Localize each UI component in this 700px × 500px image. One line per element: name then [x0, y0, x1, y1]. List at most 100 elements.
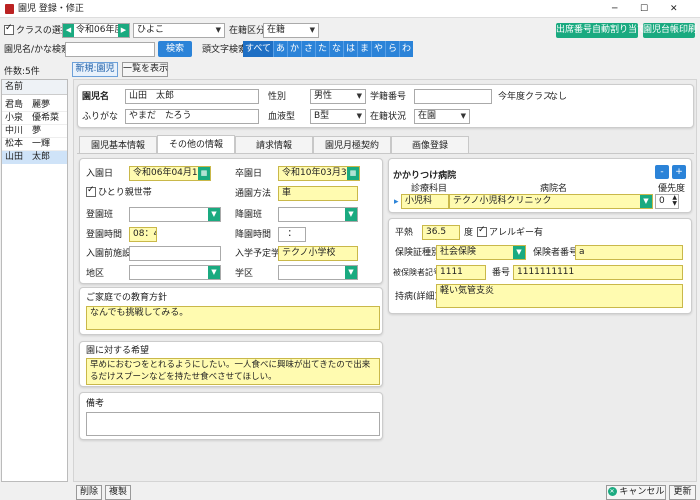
class-select-checkbox[interactable] [4, 23, 14, 36]
chevron-down-icon: ▼ [208, 208, 220, 221]
boarding-group-dropdown[interactable]: ▼ [129, 207, 221, 222]
initial-ra-button[interactable]: ら [385, 41, 399, 57]
tab-image-registration[interactable]: 画像登録 [391, 136, 469, 154]
child-name-input[interactable]: 山田 太郎 [125, 89, 259, 104]
list-item[interactable]: 松本 一輝 [2, 138, 67, 151]
year-selector[interactable]: ◀ 令和06年度 ▶ [62, 23, 130, 38]
alighting-group-dropdown[interactable]: ▼ [278, 207, 358, 222]
app-icon [5, 4, 14, 14]
hospital-title: かかりつけ病院 [393, 171, 457, 181]
kindergarten-wish-input[interactable]: 早めにおむつをとれるようにしたい。一人食べに興味が出てきたので出来るだけスプーン… [86, 358, 380, 385]
insurer-no-input[interactable]: a [575, 245, 683, 260]
education-policy-input[interactable]: なんでも挑戦してみる。 [86, 306, 380, 330]
hospital-priority-input[interactable]: 0 ▲ ▼ [655, 194, 679, 209]
stepper-icon[interactable]: ▲ ▼ [672, 195, 677, 207]
initial-ya-button[interactable]: や [371, 41, 385, 57]
list-item[interactable]: 中川 夢 [2, 125, 67, 138]
commute-input[interactable]: 車 [278, 186, 358, 201]
insurance-type-dropdown[interactable]: 社会保険 ▼ [436, 245, 526, 260]
enroll-kubun-dropdown[interactable]: 在籍 ▼ [263, 23, 319, 38]
prev-facility-input[interactable] [129, 246, 221, 261]
body-temp-unit: 度 [464, 228, 474, 238]
enroll-kubun-label: 在籍区分 [229, 26, 266, 36]
chevron-down-icon: ▼ [513, 246, 525, 259]
chevron-down-icon: ▼ [215, 26, 221, 34]
initial-wa-button[interactable]: わ [399, 41, 413, 57]
furigana-input[interactable]: やまだ たろう [125, 109, 259, 124]
child-name-label: 園児名 [82, 92, 110, 102]
district-dropdown[interactable]: ▼ [129, 265, 221, 280]
single-parent-label: ひとり親世帯 [98, 188, 152, 198]
calendar-icon[interactable]: ▦ [198, 167, 210, 180]
prev-year-button[interactable]: ◀ [63, 24, 74, 37]
new-child-button[interactable]: 新規:園児 [72, 62, 118, 77]
initial-na-button[interactable]: な [329, 41, 343, 57]
initial-ha-button[interactable]: は [343, 41, 357, 57]
initial-ta-button[interactable]: た [315, 41, 329, 57]
search-input[interactable] [65, 42, 155, 57]
list-header: 名前 [2, 80, 67, 95]
arrival-time-input[interactable]: 08：45 [129, 227, 157, 242]
enroll-status-value: 在園 [418, 111, 437, 121]
class-dropdown[interactable]: ひよこ ▼ [133, 23, 225, 38]
prev-facility-label: 入園前施設 [86, 249, 132, 259]
show-list-button[interactable]: 一覧を表示 [122, 62, 168, 77]
student-no-label: 学籍番号 [370, 92, 407, 102]
ledger-print-button[interactable]: 園児台帳印刷 [643, 23, 697, 38]
tab-billing-info[interactable]: 請求情報 [235, 136, 313, 154]
copy-button[interactable]: 複製 [105, 485, 131, 500]
delete-button[interactable]: 削除 [76, 485, 102, 500]
tab-monthly-contract[interactable]: 園児月極契約 [313, 136, 391, 154]
enroll-status-dropdown[interactable]: 在園 ▼ [414, 109, 470, 124]
education-policy-panel: ご家庭での教育方針 なんでも挑戦してみる。 [79, 287, 383, 335]
initial-sa-button[interactable]: さ [301, 41, 315, 57]
list-item[interactable]: 小泉 優希菜 [2, 112, 67, 125]
minimize-button[interactable]: ─ [612, 3, 617, 15]
entry-date-input[interactable]: 令和06年04月10日 ▦ [129, 166, 211, 181]
school-input[interactable]: テクノ小学校 [278, 246, 358, 261]
chevron-down-icon: ▼ [345, 266, 357, 279]
close-button[interactable]: ✕ [670, 3, 678, 15]
initial-ma-button[interactable]: ま [357, 41, 371, 57]
list-item[interactable]: 君島 麗夢 [2, 99, 67, 112]
tab-other-info[interactable]: その他の情報 [157, 135, 235, 154]
chevron-down-icon: ▼ [345, 208, 357, 221]
maximize-button[interactable]: ☐ [640, 3, 648, 15]
cancel-button[interactable]: ✕ キャンセル [606, 485, 666, 500]
initial-ka-button[interactable]: か [287, 41, 301, 57]
add-hospital-button[interactable]: + [672, 165, 686, 179]
alighting-group-label: 降園班 [235, 210, 263, 220]
list-item-selected[interactable]: 山田 太郎 [2, 151, 67, 164]
initial-all-button[interactable]: すべて [243, 41, 273, 57]
commute-label: 通園方法 [235, 189, 272, 199]
next-year-button[interactable]: ▶ [118, 24, 129, 37]
body-temp-input[interactable]: 36.5 [422, 225, 460, 240]
update-button[interactable]: 更新 [669, 485, 696, 500]
initial-a-button[interactable]: あ [273, 41, 287, 57]
entry-date-label: 入園日 [86, 169, 114, 179]
disease-input[interactable]: 軽い気管支炎 [436, 284, 683, 308]
search-button[interactable]: 検索 [158, 41, 192, 57]
district-label: 地区 [86, 269, 105, 279]
student-no-input[interactable] [414, 89, 492, 104]
departure-time-input[interactable]: ： [278, 227, 306, 242]
allergy-checkbox[interactable] [477, 225, 487, 238]
hospital-dept-input[interactable]: 小児科 [401, 194, 449, 209]
insured-symbol-input[interactable]: 1111 [436, 265, 486, 280]
chevron-down-icon: ▼ [460, 112, 466, 120]
school-zone-dropdown[interactable]: ▼ [278, 265, 358, 280]
insured-number-input[interactable]: 1111111111 [513, 265, 683, 280]
blood-type-dropdown[interactable]: B型 ▼ [310, 109, 366, 124]
hospital-name-dropdown[interactable]: テクノ小児科クリニック ▼ [449, 194, 653, 209]
gender-dropdown[interactable]: 男性 ▼ [310, 89, 366, 104]
auto-number-button[interactable]: 出席番号自動割り当て [556, 23, 646, 38]
chevron-down-icon: ▼ [208, 266, 220, 279]
remarks-input[interactable] [86, 412, 380, 436]
tab-basic-info[interactable]: 園児基本情報 [79, 136, 157, 154]
grad-date-input[interactable]: 令和10年03月31日 ▦ [278, 166, 360, 181]
disease-label: 持病(詳細) [395, 292, 439, 302]
remove-hospital-button[interactable]: - [655, 165, 669, 179]
single-parent-checkbox[interactable] [86, 185, 96, 198]
enroll-status-label: 在籍状況 [370, 112, 407, 122]
calendar-icon[interactable]: ▦ [347, 167, 359, 180]
